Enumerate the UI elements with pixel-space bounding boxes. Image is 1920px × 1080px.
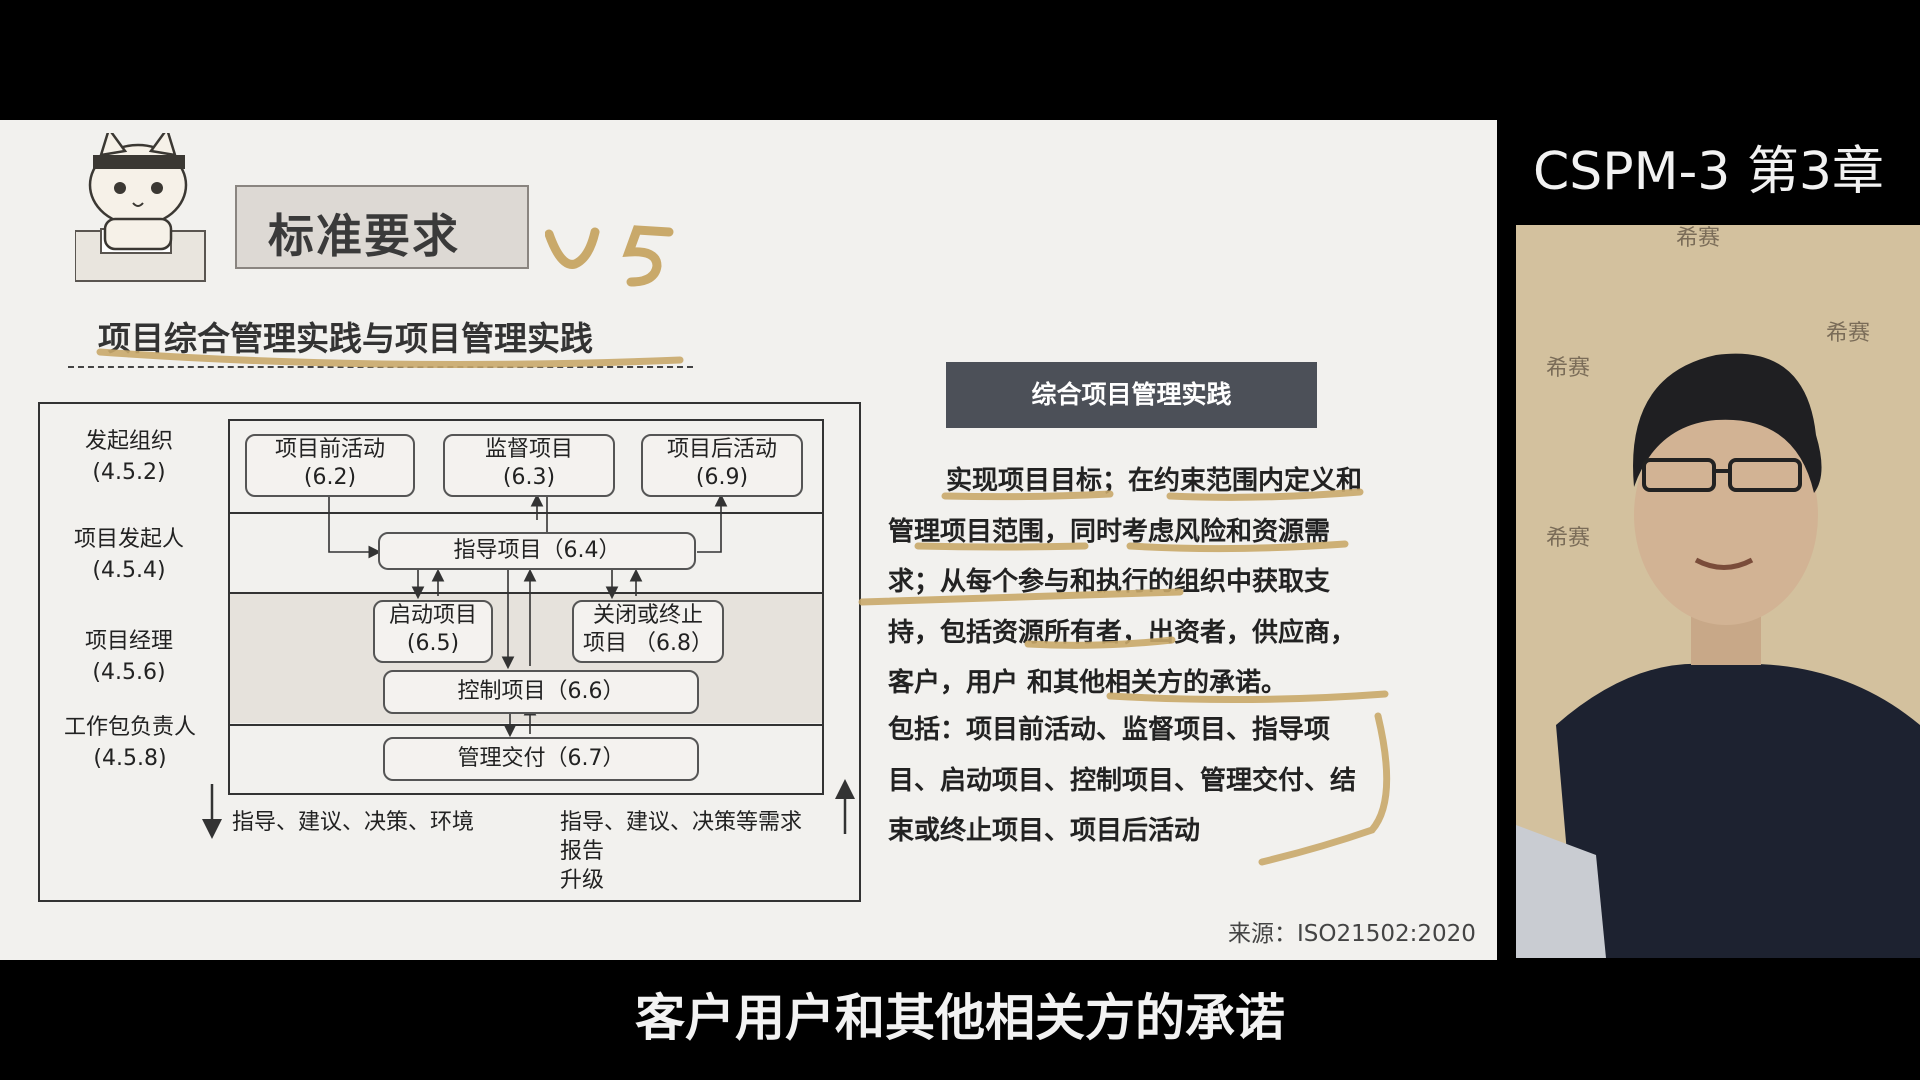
node-close: 关闭或终止 项目 （6.8） bbox=[572, 600, 724, 663]
role-code: (4.5.8) bbox=[93, 746, 167, 771]
role-initiating-org: 发起组织 (4.5.2) bbox=[54, 426, 204, 488]
caption-subtitle: 客户用户和其他相关方的承诺 bbox=[635, 989, 1285, 1047]
node-title: 项目前活动 bbox=[274, 437, 385, 462]
process-diagram: 发起组织 (4.5.2) 项目发起人 (4.5.4) 项目经理 (4.5.6) … bbox=[38, 402, 861, 902]
node-code: (6.5) bbox=[406, 631, 460, 656]
handwritten-vs bbox=[544, 224, 675, 290]
node-deliver: 管理交付（6.7） bbox=[383, 737, 699, 781]
node-title: 监督项目 bbox=[484, 437, 573, 462]
role-code: (4.5.6) bbox=[92, 660, 166, 685]
node-title: 关闭或终止 bbox=[592, 603, 703, 628]
panel-paragraph-goals: 实现项目目标；在约束范围内定义和管理项目范围，同时考虑风险和资源需求；从每个参与… bbox=[888, 466, 1363, 698]
role-work-package-lead: 工作包负责人 (4.5.8) bbox=[40, 712, 220, 774]
note-line: 指导、建议、决策等需求 bbox=[560, 810, 803, 835]
watermark: 希赛 bbox=[1826, 321, 1871, 346]
role-project-manager: 项目经理 (4.5.6) bbox=[54, 626, 204, 688]
node-start: 启动项目 (6.5) bbox=[373, 600, 493, 663]
node-control: 控制项目（6.6） bbox=[383, 670, 699, 714]
lane-divider bbox=[228, 512, 824, 514]
watermark: 希赛 bbox=[1546, 526, 1591, 551]
watermark: 希赛 bbox=[1676, 226, 1721, 251]
role-name: 发起组织 bbox=[84, 429, 173, 454]
note-line: 报告 bbox=[560, 839, 605, 864]
role-name: 工作包负责人 bbox=[63, 715, 196, 740]
node-title: 项目后活动 bbox=[666, 437, 777, 462]
node-title: 控制项目（6.6） bbox=[457, 679, 625, 704]
node-title: 指导项目（6.4） bbox=[453, 538, 621, 563]
node-title: 管理交付（6.7） bbox=[457, 746, 625, 771]
divider bbox=[68, 366, 693, 368]
node-oversee: 监督项目 (6.3) bbox=[443, 434, 615, 497]
role-code: (4.5.4) bbox=[92, 558, 166, 583]
lane-divider bbox=[228, 724, 824, 726]
presenter-video: 希赛 希赛 希赛 希赛 bbox=[1516, 225, 1920, 958]
node-code: (6.2) bbox=[303, 465, 357, 490]
node-title: 启动项目 bbox=[388, 603, 477, 628]
bottom-left-note: 指导、建议、决策、环境 bbox=[232, 810, 475, 835]
node-direct: 指导项目（6.4） bbox=[378, 532, 696, 570]
role-sponsor: 项目发起人 (4.5.4) bbox=[54, 524, 204, 586]
watermark: 希赛 bbox=[1546, 356, 1591, 381]
role-code: (4.5.2) bbox=[92, 460, 166, 485]
node-code: 项目 （6.8） bbox=[583, 631, 713, 656]
panel-paragraph-includes: 包括：项目前活动、监督项目、指导项目、启动项目、控制项目、管理交付、结束或终止项… bbox=[888, 715, 1357, 846]
node-post-project: 项目后活动 (6.9) bbox=[641, 434, 803, 497]
panel-title: 综合项目管理实践 bbox=[946, 362, 1317, 428]
role-name: 项目发起人 bbox=[73, 527, 184, 552]
section-subtitle: 项目综合管理实践与项目管理实践 bbox=[98, 319, 593, 358]
source-citation: 来源：ISO21502:2020 bbox=[1228, 921, 1476, 947]
bottom-right-note: 指导、建议、决策等需求 报告 升级 bbox=[560, 808, 802, 895]
node-code: (6.3) bbox=[502, 465, 556, 490]
course-title: CSPM-3 第3章 bbox=[1532, 142, 1884, 202]
node-pre-project: 项目前活动 (6.2) bbox=[245, 434, 415, 497]
role-name: 项目经理 bbox=[84, 629, 173, 654]
note-line: 升级 bbox=[560, 868, 605, 893]
header-title: 标准要求 bbox=[268, 209, 460, 263]
node-code: (6.9) bbox=[695, 465, 749, 490]
